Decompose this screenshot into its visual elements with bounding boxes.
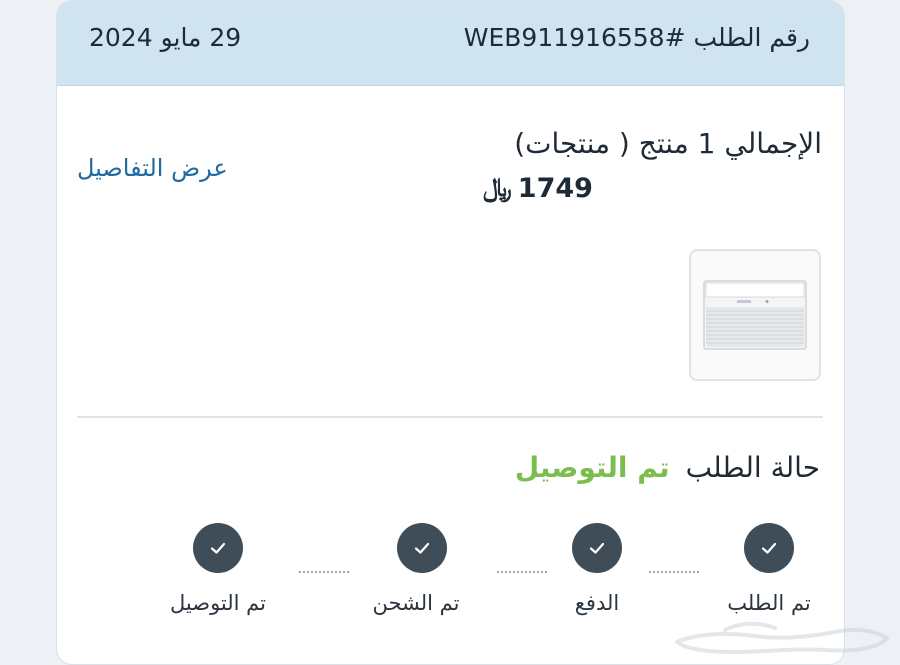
order-number: رقم الطلب #WEB911916558 [463,23,810,52]
step-payment-label: الدفع [574,591,620,615]
step-delivered-check [193,523,243,573]
haraj-watermark-logo [675,621,889,654]
step-connector [649,571,699,573]
check-icon [589,542,605,554]
check-icon [210,542,226,554]
order-status: حالة الطلب تم التوصيل [515,451,820,484]
step-shipped-check [397,523,447,573]
price-value: 1749 [517,173,593,204]
status-label: حالة الطلب [685,451,820,484]
order-summary-title: الإجمالي 1 منتج ( منتجات) [514,127,822,160]
view-details-link[interactable]: عرض التفاصيل [77,154,228,182]
step-connector [497,571,547,573]
order-card: رقم الطلب #WEB911916558 29 مايو 2024 الإ… [56,0,845,665]
step-ordered-check [744,523,794,573]
step-delivered-label: تم التوصيل [170,591,266,615]
order-total-price: ﷼ 1749 [483,173,593,204]
product-thumbnail[interactable] [689,249,821,381]
status-value: تم التوصيل [514,451,670,484]
step-shipped-label: تم الشحن [372,591,460,615]
check-icon [414,542,430,554]
step-payment-check [572,523,622,573]
check-icon [761,542,777,554]
riyal-currency-icon: ﷼ [483,173,512,203]
air-conditioner-icon [703,280,807,350]
order-date: 29 مايو 2024 [89,23,242,52]
order-header: رقم الطلب #WEB911916558 29 مايو 2024 [57,1,844,86]
section-divider [77,416,823,418]
step-connector [299,571,349,573]
